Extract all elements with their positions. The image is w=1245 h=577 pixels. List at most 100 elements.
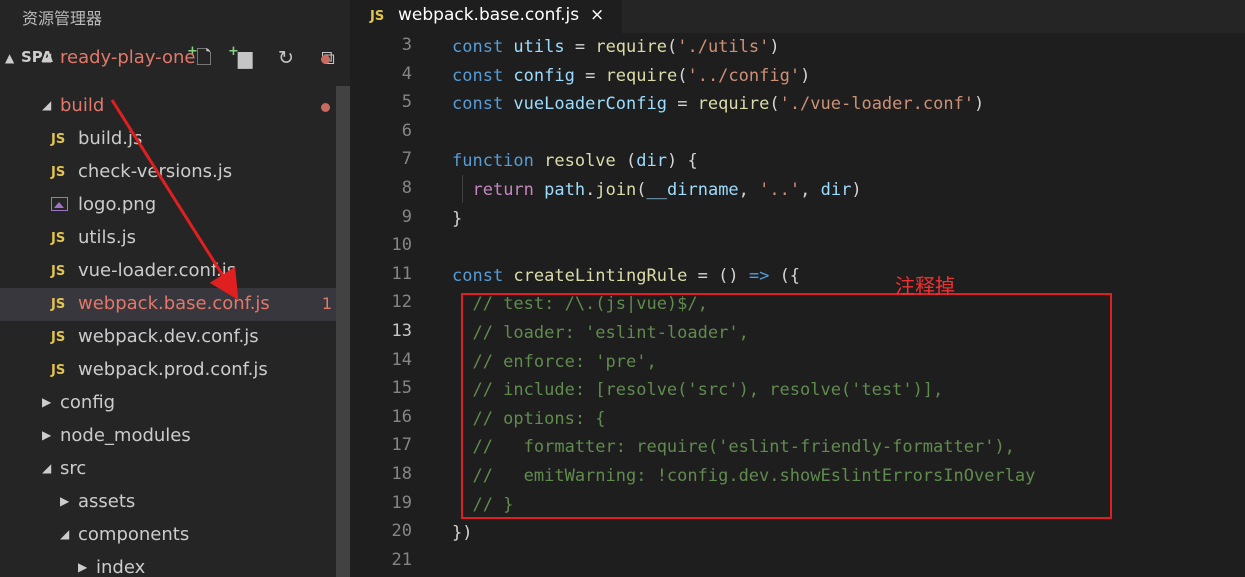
code-token: const xyxy=(452,94,514,115)
line-number: 16 xyxy=(391,406,412,427)
code-token: ( xyxy=(636,180,647,200)
code-token: const xyxy=(452,265,514,286)
line-number: 10 xyxy=(391,235,412,256)
sidebar-item-label: vue-loader.conf.js xyxy=(78,260,237,281)
line-number: 19 xyxy=(391,492,412,513)
code-token: }) xyxy=(452,523,473,544)
code-line[interactable]: }) xyxy=(452,519,472,547)
code-token: const xyxy=(452,65,514,86)
sidebar-item-webpack-base-conf-js[interactable]: JS webpack.base.conf.js 1 xyxy=(0,288,350,321)
sidebar-item-config[interactable]: ▶ config xyxy=(0,387,350,420)
problem-count-badge: 1 xyxy=(321,294,332,313)
code-token: } xyxy=(452,208,463,229)
close-icon[interactable]: × xyxy=(590,5,604,25)
sidebar-item-label: index xyxy=(96,557,146,577)
line-number: 3 xyxy=(401,35,412,55)
sidebar-item-assets[interactable]: ▶ assets xyxy=(0,486,350,519)
sidebar-item-logo-png[interactable]: logo.png xyxy=(0,189,350,222)
js-file-icon: JS xyxy=(370,9,385,24)
sidebar-item-index[interactable]: ▶ index xyxy=(0,552,350,577)
code-line[interactable]: } xyxy=(452,205,462,233)
annotation-highlight-box xyxy=(461,293,1112,519)
chevron-down-icon[interactable]: ◢ xyxy=(60,527,69,541)
line-number: 17 xyxy=(391,435,412,456)
code-token: ) { xyxy=(666,151,698,172)
code-line[interactable]: const createLintingRule = () => ({ xyxy=(452,262,800,290)
code-token: , xyxy=(800,180,821,200)
image-file-icon xyxy=(51,197,68,211)
code-token: require xyxy=(697,94,770,115)
code-token: require xyxy=(595,37,667,57)
chevron-down-icon[interactable]: ◢ xyxy=(42,461,51,475)
sidebar-item-components[interactable]: ◢ components xyxy=(0,519,350,552)
js-file-icon: JS xyxy=(51,132,66,147)
chevron-down-icon[interactable]: ◢ xyxy=(42,98,51,112)
sidebar-item-check-versions-js[interactable]: JS check-versions.js xyxy=(0,156,350,189)
line-number: 4 xyxy=(401,63,412,84)
line-number: 20 xyxy=(391,521,412,542)
code-line[interactable]: const utils = require('./utils') xyxy=(452,33,780,61)
code-token: const xyxy=(452,37,514,57)
sidebar-item-label: webpack.dev.conf.js xyxy=(78,326,259,347)
tab-webpack-base-conf[interactable]: JS webpack.base.conf.js × xyxy=(350,0,622,33)
code-token: return xyxy=(472,180,545,200)
code-token: require xyxy=(605,65,678,86)
code-line[interactable]: const config = require('../config') xyxy=(452,62,810,90)
sidebar-item-ready-play-one[interactable]: ◢ ready-play-one xyxy=(0,42,350,75)
code-token: '..' xyxy=(759,180,801,200)
code-line[interactable]: return path.join(__dirname, '..', dir) xyxy=(452,176,862,204)
chevron-right-icon[interactable]: ▶ xyxy=(42,428,51,442)
js-file-icon: JS xyxy=(51,165,66,180)
code-token: => xyxy=(748,265,770,286)
code-token: config xyxy=(513,65,575,86)
sidebar-item-webpack-dev-conf-js[interactable]: JS webpack.dev.conf.js xyxy=(0,321,350,354)
code-line[interactable]: function resolve (dir) { xyxy=(452,147,698,175)
code-token: './utils' xyxy=(677,37,770,57)
code-token: resolve xyxy=(544,151,616,172)
code-token: './vue-loader.conf' xyxy=(779,94,975,115)
line-number: 13 xyxy=(391,321,412,341)
code-line[interactable]: const vueLoaderConfig = require('./vue-l… xyxy=(452,90,984,118)
editor-tab-bar: JS webpack.base.conf.js × xyxy=(350,0,1245,33)
sidebar-item-src[interactable]: ◢ src xyxy=(0,453,350,486)
sidebar-item-label: components xyxy=(78,524,190,545)
sidebar-item-build-js[interactable]: JS build.js xyxy=(0,123,350,156)
chevron-right-icon[interactable]: ▶ xyxy=(60,494,69,508)
sidebar-item-label: ready-play-one xyxy=(60,47,196,68)
code-token: utils xyxy=(513,37,565,57)
chevron-right-icon[interactable]: ▶ xyxy=(42,395,51,409)
line-number: 7 xyxy=(401,149,412,170)
line-number: 5 xyxy=(401,92,412,113)
code-token: , xyxy=(738,180,760,200)
sidebar-item-webpack-prod-conf-js[interactable]: JS webpack.prod.conf.js xyxy=(0,354,350,387)
code-token: ) xyxy=(851,180,862,200)
sidebar-item-label: assets xyxy=(78,491,136,512)
explorer-title: 资源管理器 xyxy=(22,9,103,28)
js-file-icon: JS xyxy=(51,363,66,378)
sidebar-item-label: check-versions.js xyxy=(78,161,233,182)
code-token: ( xyxy=(769,94,780,115)
sidebar-item-label: config xyxy=(60,392,116,413)
js-file-icon: JS xyxy=(51,330,66,345)
code-token: '../config' xyxy=(687,65,801,86)
modified-dot-icon xyxy=(321,103,330,112)
sidebar-item-node-modules[interactable]: ▶ node_modules xyxy=(0,420,350,453)
modified-dot-icon xyxy=(321,55,330,64)
chevron-down-icon[interactable]: ◢ xyxy=(42,50,51,64)
sidebar-item-utils-js[interactable]: JS utils.js xyxy=(0,222,350,255)
code-token: join xyxy=(595,180,637,200)
js-file-icon: JS xyxy=(51,264,66,279)
chevron-right-icon[interactable]: ▶ xyxy=(78,560,87,574)
sidebar-item-label: webpack.prod.conf.js xyxy=(78,359,268,380)
sidebar-item-label: node_modules xyxy=(60,425,191,446)
sidebar-item-label: webpack.base.conf.js xyxy=(78,293,270,314)
code-token: vueLoaderConfig xyxy=(513,94,667,115)
sidebar-scrollbar[interactable] xyxy=(336,86,350,577)
line-number: 11 xyxy=(391,263,412,284)
sidebar-item-vue-loader-conf-js[interactable]: JS vue-loader.conf.js xyxy=(0,255,350,288)
explorer-sidebar: 资源管理器 ▲ SPA 🗋+ ▆+ ↻ ⧉ ◢ready-play-one◢bu… xyxy=(0,0,350,577)
line-number: 9 xyxy=(401,206,412,227)
code-token: dir xyxy=(820,180,852,200)
js-file-icon: JS xyxy=(51,231,66,246)
sidebar-item-build[interactable]: ◢ build xyxy=(0,90,350,123)
